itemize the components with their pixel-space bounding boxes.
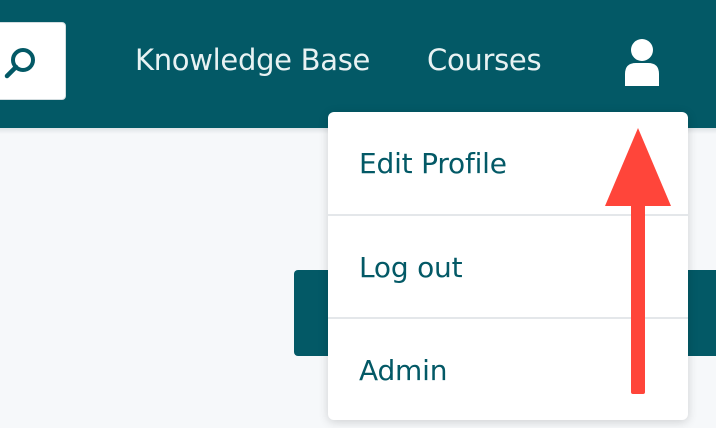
search-button[interactable] [0,22,66,100]
user-dropdown-menu: Edit Profile Log out Admin [328,112,688,420]
menu-item-edit-profile[interactable]: Edit Profile [328,112,688,214]
menu-item-admin[interactable]: Admin [328,319,688,420]
user-icon[interactable] [614,34,670,90]
search-icon [4,48,35,79]
nav-link-courses[interactable]: Courses [427,43,542,77]
nav-link-knowledge-base[interactable]: Knowledge Base [135,43,370,77]
menu-item-log-out[interactable]: Log out [328,216,688,319]
